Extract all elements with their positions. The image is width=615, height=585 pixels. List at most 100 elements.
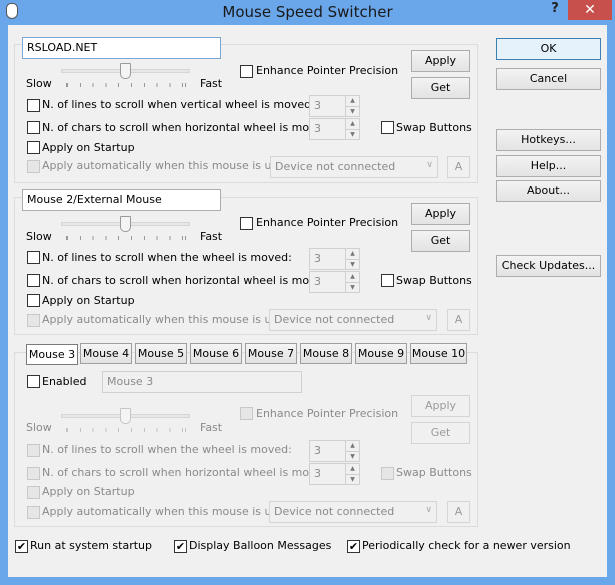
mouse3-auto-checkbox[interactable] [27,506,40,519]
swap-label: Swap Buttons [396,274,472,287]
mouse1-name-input[interactable]: RSLOAD.NET [22,37,221,59]
help-icon[interactable]: ? [545,0,565,20]
tab-mouse-3[interactable]: Mouse 3 [26,344,78,365]
help-button[interactable]: Help... [496,155,601,177]
check-updates-button[interactable]: Check Updates... [496,255,601,277]
spin-up-icon[interactable]: ▲ [345,272,359,282]
device-value: Device not connected [274,505,395,518]
mouse3-lines-checkbox[interactable] [27,444,40,457]
mouse2-name-input[interactable]: Mouse 2/External Mouse [22,189,221,211]
mouse2-auto-checkbox[interactable] [27,314,40,327]
about-button[interactable]: About... [496,180,601,202]
tab-mouse-9[interactable]: Mouse 9 [355,343,407,364]
spin-down-icon[interactable]: ▼ [345,282,359,292]
device-value: Device not connected [275,160,396,173]
mouse1-chars-checkbox[interactable] [27,121,40,134]
cancel-button[interactable]: Cancel [496,68,601,90]
run-startup-checkbox[interactable]: ✔ [15,540,28,553]
mouse3-enhance-checkbox[interactable] [240,407,253,420]
mouse1-swap-checkbox[interactable] [381,121,394,134]
mouse2-swap-checkbox[interactable] [381,274,394,287]
lines-label: N. of lines to scroll when the wheel is … [42,251,292,264]
mouse2-chars-spinner[interactable]: 3 ▲ ▼ [309,271,360,293]
spin-up-icon[interactable]: ▲ [345,464,359,474]
mouse1-chars-spinner[interactable]: 3 ▲ ▼ [309,118,360,140]
tab-mouse-8[interactable]: Mouse 8 [300,343,352,364]
mouse3-enabled-checkbox[interactable] [27,375,40,388]
device-value: Device not connected [274,313,395,326]
mouse1-auto-checkbox[interactable] [27,160,40,173]
mouse1-device-select[interactable]: Device not connected ∨ [270,156,438,178]
tab-mouse-7[interactable]: Mouse 7 [245,343,297,364]
tab-mouse-4[interactable]: Mouse 4 [80,343,132,364]
chars-label: N. of chars to scroll when horizontal wh… [42,121,334,134]
spin-up-icon[interactable]: ▲ [345,119,359,129]
mouse2-a-button[interactable]: A [447,309,470,331]
mouse3-apply-button[interactable]: Apply [411,395,470,417]
fast-label: Fast [200,421,223,434]
slider-ticks [66,236,186,240]
mouse1-apply-button[interactable]: Apply [411,50,470,72]
spin-down-icon[interactable]: ▼ [345,259,359,269]
chars-label: N. of chars to scroll when horizontal wh… [42,274,334,287]
startup-label: Apply on Startup [42,294,135,307]
mouse2-lines-spinner[interactable]: 3 ▲ ▼ [309,248,360,270]
enabled-label: Enabled [42,375,87,388]
mouse1-slider-thumb[interactable] [120,63,131,79]
mouse3-swap-checkbox[interactable] [381,467,394,480]
mouse3-a-button[interactable]: A [447,501,470,523]
balloon-checkbox[interactable]: ✔ [174,540,187,553]
window-title: Mouse Speed Switcher [222,3,393,21]
mouse3-chars-spinner[interactable]: 3 ▲ ▼ [309,463,360,485]
mouse1-lines-checkbox[interactable] [27,99,40,112]
mouse2-apply-button[interactable]: Apply [411,203,470,225]
mouse3-chars-checkbox[interactable] [27,467,40,480]
mouse2-chars-checkbox[interactable] [27,274,40,287]
mouse2-slider-thumb[interactable] [120,216,131,232]
spin-down-icon[interactable]: ▼ [345,129,359,139]
slider-ticks [66,83,186,87]
checkmark-icon: ✔ [348,540,359,553]
spin-up-icon[interactable]: ▲ [345,441,359,451]
mouse3-slider-thumb[interactable] [120,408,131,424]
mouse3-get-button[interactable]: Get [411,422,470,444]
spin-down-icon[interactable]: ▼ [345,451,359,461]
close-button[interactable]: ✕ [568,0,612,20]
tab-mouse-5[interactable]: Mouse 5 [135,343,187,364]
mouse3-name-input[interactable]: Mouse 3 [102,371,302,393]
mouse2-get-button[interactable]: Get [411,230,470,252]
mouse1-a-button[interactable]: A [447,156,470,178]
mouse1-startup-checkbox[interactable] [27,141,40,154]
enhance-label: Enhance Pointer Precision [256,64,399,77]
mouse3-device-select[interactable]: Device not connected ∨ [269,501,437,523]
mouse2-lines-checkbox[interactable] [27,251,40,264]
slider-ticks [66,428,186,432]
mouse2-enhance-checkbox[interactable] [240,217,253,230]
ok-button[interactable]: OK [496,38,601,60]
mouse3-lines-spinner[interactable]: 3 ▲ ▼ [309,440,360,462]
auto-label: Apply automatically when this mouse is u… [42,159,295,172]
mouse1-enhance-checkbox[interactable] [240,65,253,78]
tab-mouse-6[interactable]: Mouse 6 [190,343,242,364]
startup-label: Apply on Startup [42,141,135,154]
mouse3-startup-checkbox[interactable] [27,486,40,499]
spin-up-icon[interactable]: ▲ [345,249,359,259]
spinner-value: 3 [314,122,321,135]
mouse2-device-select[interactable]: Device not connected ∨ [269,309,437,331]
check-newer-label: Periodically check for a newer version [362,539,571,552]
spin-down-icon[interactable]: ▼ [345,106,359,116]
slow-label: Slow [26,77,52,90]
mouse2-startup-checkbox[interactable] [27,294,40,307]
lines-label: N. of lines to scroll when the wheel is … [42,443,292,456]
spin-down-icon[interactable]: ▼ [345,474,359,484]
tab-mouse-10[interactable]: Mouse 10 [410,343,467,364]
hotkeys-button[interactable]: Hotkeys... [496,129,601,151]
spinner-value: 3 [314,467,321,480]
mouse1-lines-spinner[interactable]: 3 ▲ ▼ [309,95,360,117]
mouse1-get-button[interactable]: Get [411,77,470,99]
slow-label: Slow [26,230,52,243]
checkmark-icon: ✔ [175,540,186,553]
check-newer-checkbox[interactable]: ✔ [347,540,360,553]
spin-up-icon[interactable]: ▲ [345,96,359,106]
swap-label: Swap Buttons [396,121,472,134]
